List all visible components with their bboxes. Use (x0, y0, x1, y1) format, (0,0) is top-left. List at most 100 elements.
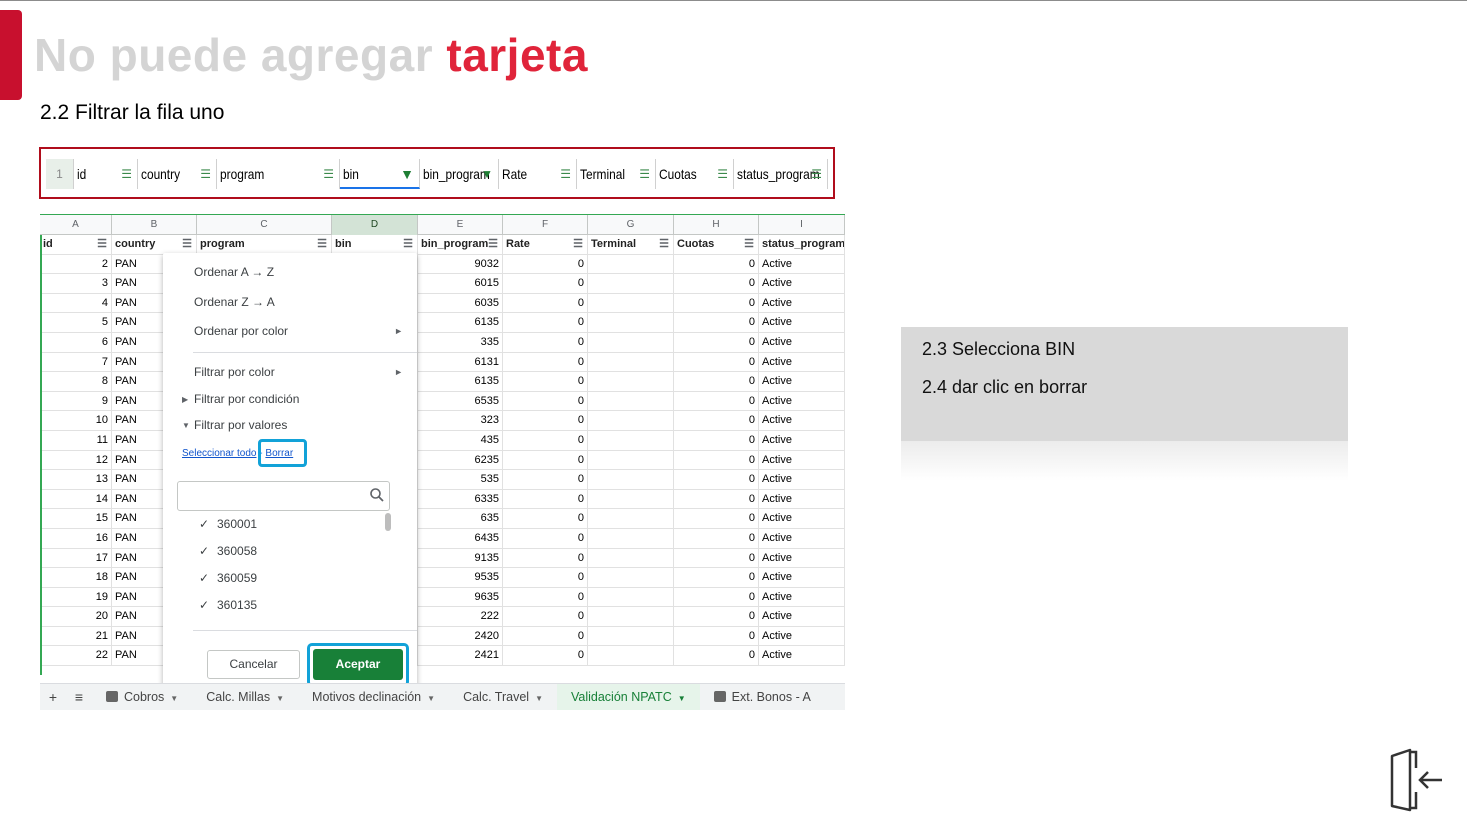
table-cell[interactable]: 535 (418, 470, 503, 490)
table-cell[interactable] (588, 293, 674, 314)
header-cell[interactable]: Rate ☰ (503, 235, 588, 255)
table-cell[interactable]: Active (759, 352, 845, 373)
filter-icon[interactable]: ☰ (488, 235, 498, 254)
table-cell[interactable]: 6015 (418, 274, 503, 294)
value-option[interactable]: ✓ 360135 (199, 598, 257, 612)
header-cell[interactable]: id ☰ (40, 235, 112, 255)
column-letter[interactable]: H (674, 214, 759, 235)
cancel-button[interactable]: Cancelar (207, 650, 300, 679)
value-option[interactable]: ✓ 360058 (199, 544, 257, 558)
filter-icon[interactable]: ☰ (182, 235, 192, 254)
table-cell[interactable]: 2 (40, 254, 112, 275)
table-cell[interactable]: Active (759, 450, 845, 471)
table-cell[interactable]: 7 (40, 352, 112, 373)
table-cell[interactable]: 6135 (418, 372, 503, 392)
table-cell[interactable]: 0 (674, 372, 759, 392)
table-cell[interactable]: 20 (40, 607, 112, 627)
table-cell[interactable]: Active (759, 587, 845, 608)
column-letter[interactable]: G (588, 214, 674, 235)
column-letter[interactable]: I (759, 214, 845, 235)
tab-menu-icon[interactable]: ▼ (678, 694, 686, 703)
header-cell[interactable]: bin ☰ (332, 235, 418, 255)
header-cell[interactable]: program ☰ (197, 235, 332, 255)
sheet-tab[interactable]: Motivos declinación ▼ (298, 684, 449, 710)
table-cell[interactable]: 5 (40, 313, 112, 333)
filter-color-item[interactable]: Filtrar por color (194, 365, 275, 379)
table-cell[interactable]: 0 (674, 509, 759, 529)
table-cell[interactable]: Active (759, 646, 845, 667)
table-cell[interactable]: 2421 (418, 646, 503, 667)
table-cell[interactable]: 435 (418, 430, 503, 451)
header-cell[interactable]: Cuotas ☰ (674, 235, 759, 255)
table-cell[interactable]: 0 (674, 293, 759, 314)
table-cell[interactable]: 13 (40, 470, 112, 490)
filter-icon[interactable]: ☰ (317, 235, 327, 254)
zoom-header-cell[interactable]: Rate ☰ (499, 159, 577, 189)
sort-color-item[interactable]: Ordenar por color (194, 324, 288, 338)
table-cell[interactable]: 0 (503, 548, 588, 569)
table-cell[interactable]: Active (759, 626, 845, 647)
table-cell[interactable] (588, 372, 674, 392)
all-sheets-icon[interactable]: ≡ (66, 689, 92, 705)
filter-icon[interactable]: ☰ (744, 235, 754, 254)
table-cell[interactable]: Active (759, 430, 845, 451)
table-cell[interactable]: 6535 (418, 391, 503, 412)
table-cell[interactable]: 335 (418, 332, 503, 353)
table-cell[interactable]: Active (759, 332, 845, 353)
table-cell[interactable]: 0 (503, 313, 588, 333)
zoom-header-cell[interactable]: program ☰ (217, 159, 340, 189)
table-cell[interactable]: 19 (40, 587, 112, 608)
table-cell[interactable]: 6235 (418, 450, 503, 471)
filter-icon[interactable]: ☰ (573, 235, 583, 254)
filter-condition-item[interactable]: Filtrar por condición (194, 392, 299, 406)
table-cell[interactable]: 0 (674, 254, 759, 275)
filter-icon[interactable]: ☰ (121, 159, 132, 189)
table-cell[interactable] (588, 548, 674, 569)
table-cell[interactable]: 0 (503, 646, 588, 667)
column-letter[interactable]: D (332, 214, 418, 235)
table-cell[interactable]: 0 (503, 411, 588, 431)
table-cell[interactable]: 16 (40, 528, 112, 549)
table-cell[interactable]: 0 (503, 254, 588, 275)
table-cell[interactable] (588, 332, 674, 353)
header-cell[interactable]: status_program (759, 235, 845, 255)
sheet-tab[interactable]: Ext. Bonos - A (700, 684, 825, 710)
table-cell[interactable] (588, 646, 674, 667)
table-cell[interactable] (588, 411, 674, 431)
table-cell[interactable]: 0 (503, 489, 588, 510)
sheet-tab[interactable]: Validación NPATC ▼ (556, 684, 700, 710)
table-cell[interactable]: Active (759, 489, 845, 510)
table-cell[interactable]: Active (759, 568, 845, 588)
table-cell[interactable]: 3 (40, 274, 112, 294)
table-cell[interactable]: 0 (503, 372, 588, 392)
table-cell[interactable]: 0 (674, 607, 759, 627)
table-cell[interactable]: 0 (503, 293, 588, 314)
header-cell[interactable]: bin_program ☰ (418, 235, 503, 255)
filter-values-item[interactable]: Filtrar por valores (194, 418, 287, 432)
table-cell[interactable]: 222 (418, 607, 503, 627)
column-letter[interactable]: E (418, 214, 503, 235)
table-cell[interactable]: 0 (674, 411, 759, 431)
table-cell[interactable] (588, 587, 674, 608)
table-cell[interactable]: 0 (503, 509, 588, 529)
table-cell[interactable]: 6135 (418, 313, 503, 333)
select-all-link[interactable]: Seleccionar todo (182, 448, 257, 459)
sort-az-item[interactable]: Ordenar A → Z (194, 265, 274, 279)
table-cell[interactable] (588, 274, 674, 294)
table-cell[interactable] (588, 470, 674, 490)
zoom-header-cell[interactable]: country ☰ (138, 159, 217, 189)
sheet-tab[interactable]: Cobros ▼ (92, 684, 192, 710)
filter-active-icon[interactable]: ☰ (403, 235, 413, 254)
table-cell[interactable]: 14 (40, 489, 112, 510)
table-cell[interactable]: Active (759, 274, 845, 294)
table-cell[interactable]: Active (759, 254, 845, 275)
table-cell[interactable]: 0 (503, 528, 588, 549)
sort-za-item[interactable]: Ordenar Z → A (194, 295, 275, 309)
column-letter[interactable]: C (197, 214, 332, 235)
table-cell[interactable]: 0 (674, 587, 759, 608)
table-cell[interactable]: 635 (418, 509, 503, 529)
table-cell[interactable]: 15 (40, 509, 112, 529)
table-cell[interactable]: Active (759, 293, 845, 314)
table-cell[interactable]: 0 (674, 352, 759, 373)
table-cell[interactable] (588, 313, 674, 333)
